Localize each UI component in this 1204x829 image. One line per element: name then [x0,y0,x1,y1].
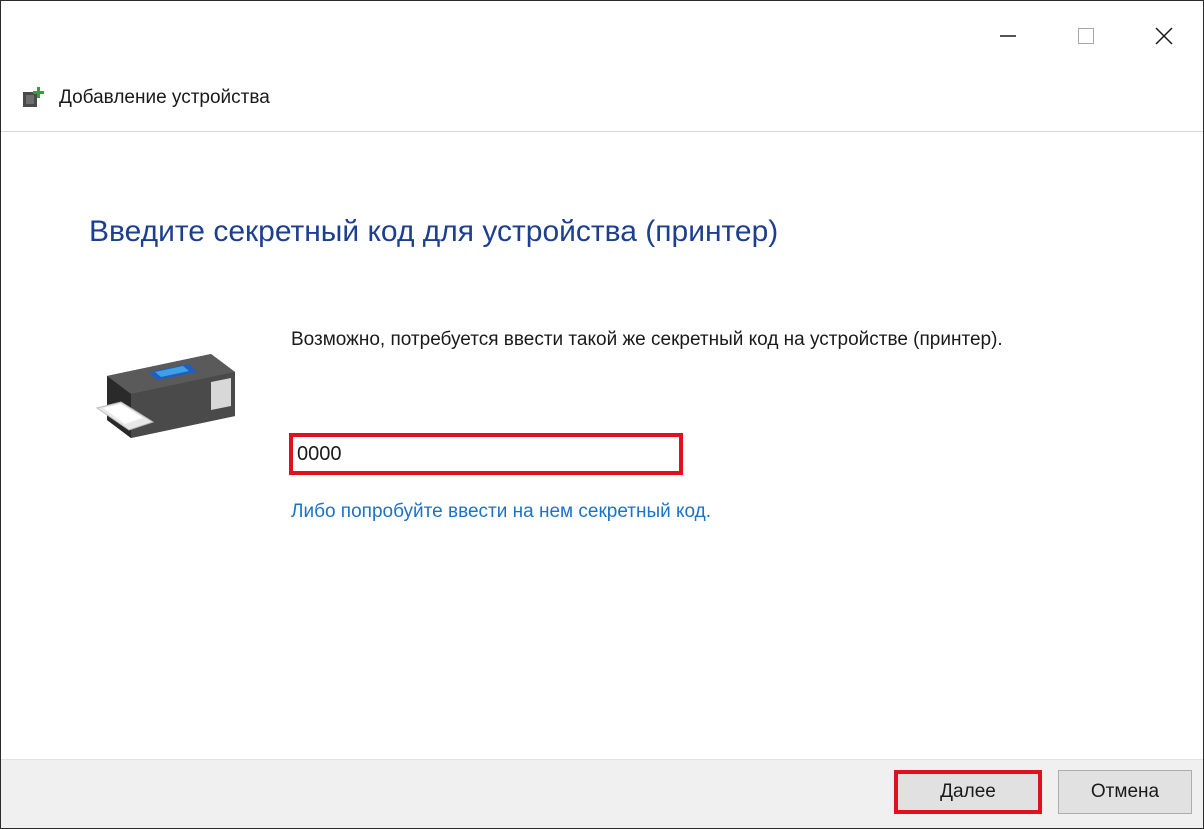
minimize-icon [1000,35,1016,37]
add-device-icon [23,87,44,107]
next-button[interactable]: Далее [894,770,1042,814]
maximize-button[interactable] [1047,1,1125,71]
add-device-window: Добавление устройства Введите секретный … [0,0,1204,829]
close-button[interactable] [1125,1,1203,71]
enter-code-on-device-link[interactable]: Либо попробуйте ввести на нем секретный … [291,501,711,523]
page-heading: Введите секретный код для устройства (пр… [89,215,779,248]
description-text: Возможно, потребуется ввести такой же се… [291,329,1003,350]
close-icon [1155,27,1173,45]
dialog-footer: Далее Отмена [1,759,1203,828]
window-header: Добавление устройства [1,71,1203,132]
secret-code-input[interactable] [289,433,683,475]
cancel-button[interactable]: Отмена [1058,770,1192,814]
window-controls [969,1,1203,71]
minimize-button[interactable] [969,1,1047,71]
window-title: Добавление устройства [59,87,270,108]
maximize-icon [1078,28,1094,44]
printer-icon [95,354,235,438]
